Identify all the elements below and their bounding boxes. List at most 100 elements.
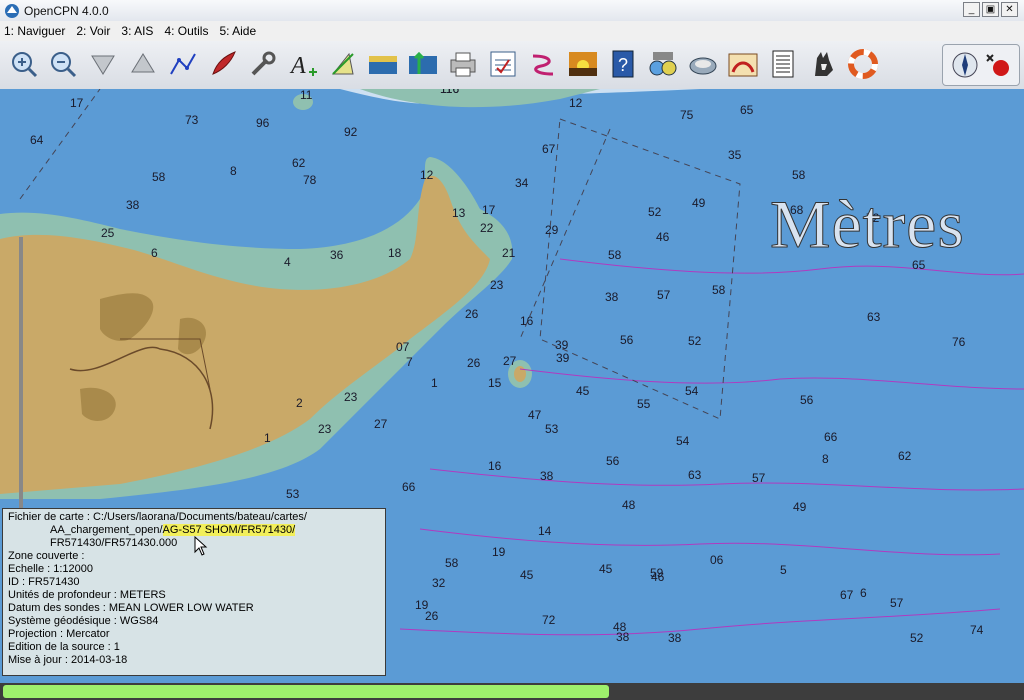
depth-sounding: 15 bbox=[488, 376, 502, 390]
depth-sounding: 78 bbox=[303, 173, 317, 187]
lifebuoy-button[interactable] bbox=[847, 48, 879, 80]
depth-sounding: 07 bbox=[396, 340, 410, 354]
text-icon: A bbox=[289, 53, 317, 79]
svg-text:?: ? bbox=[618, 55, 628, 75]
depth-sounding: 48 bbox=[613, 620, 627, 634]
depth-sounding: 1 bbox=[431, 376, 438, 390]
depth-sounding: 18 bbox=[388, 246, 402, 260]
dog-icon bbox=[815, 52, 833, 76]
dog-button[interactable] bbox=[807, 48, 839, 80]
info-file-line2-b: AG-S57 SHOM/FR571430/ bbox=[162, 524, 296, 536]
depth-sounding: 17 bbox=[70, 96, 84, 110]
depth-sounding: 57 bbox=[657, 288, 671, 302]
menu-ais[interactable]: 3: AIS bbox=[117, 24, 157, 38]
dashboard-icon bbox=[728, 53, 758, 77]
depth-sounding: 62 bbox=[898, 449, 912, 463]
zoom-out-icon bbox=[51, 52, 77, 78]
info-update: Mise à jour : 2014-03-18 bbox=[8, 654, 128, 666]
grib-button[interactable] bbox=[687, 48, 719, 80]
menu-naviguer[interactable]: 1: Naviguer bbox=[0, 24, 69, 38]
ship-icon bbox=[212, 51, 236, 75]
zoom-out-button[interactable] bbox=[47, 48, 79, 80]
depth-sounding: 8 bbox=[822, 452, 829, 466]
sunset-button[interactable] bbox=[567, 48, 599, 80]
tasks-icon bbox=[490, 51, 516, 77]
depth-sounding: 38 bbox=[668, 631, 682, 645]
scale-down-button[interactable] bbox=[87, 48, 119, 80]
maximize-button[interactable]: ▣ bbox=[982, 2, 999, 17]
depth-sounding: 2 bbox=[296, 396, 303, 410]
depth-sounding: 67 bbox=[840, 588, 854, 602]
zoom-in-button[interactable] bbox=[8, 48, 40, 80]
menu-outils[interactable]: 4: Outils bbox=[160, 24, 212, 38]
settings-icon bbox=[251, 51, 276, 76]
depth-sounding: 35 bbox=[728, 148, 742, 162]
depth-sounding: 45 bbox=[520, 568, 534, 582]
close-button[interactable]: ✕ bbox=[1001, 2, 1018, 17]
depth-sounding: 96 bbox=[256, 116, 270, 130]
text-button[interactable]: A bbox=[287, 48, 319, 80]
lifebuoy-icon bbox=[848, 49, 878, 79]
depth-sounding: 27 bbox=[374, 417, 388, 431]
tide-button[interactable] bbox=[367, 48, 399, 80]
depth-sounding: 29 bbox=[545, 223, 559, 237]
depth-sounding: 56 bbox=[606, 454, 620, 468]
depth-sounding: 58 bbox=[445, 556, 459, 570]
title-bar: OpenCPN 4.0.0 _ ▣ ✕ bbox=[0, 0, 1024, 22]
measure-icon bbox=[331, 52, 354, 75]
help-button[interactable]: ? bbox=[607, 48, 639, 80]
info-file-line2-a: AA_chargement_open/ bbox=[50, 524, 163, 536]
menu-voir[interactable]: 2: Voir bbox=[72, 24, 114, 38]
scale-down-icon bbox=[91, 55, 115, 75]
ship-button[interactable] bbox=[207, 48, 239, 80]
minimize-button[interactable]: _ bbox=[963, 2, 980, 17]
depth-sounding: 46 bbox=[656, 230, 670, 244]
depth-sounding: 38 bbox=[126, 198, 140, 212]
record-icon[interactable] bbox=[983, 51, 1013, 79]
depth-sounding: 14 bbox=[538, 524, 552, 538]
depth-sounding: 7 bbox=[406, 355, 413, 369]
depth-sounding: 52 bbox=[688, 334, 702, 348]
scale-up-button[interactable] bbox=[127, 48, 159, 80]
log-button[interactable] bbox=[767, 48, 799, 80]
svg-text:A: A bbox=[289, 53, 306, 79]
depth-sounding: 23 bbox=[490, 278, 504, 292]
compass-icon[interactable] bbox=[951, 51, 979, 79]
depth-sounding: 26 bbox=[465, 307, 479, 321]
print-icon bbox=[450, 52, 476, 77]
route-button[interactable] bbox=[167, 48, 199, 80]
menu-aide[interactable]: 5: Aide bbox=[215, 24, 260, 38]
depth-sounding: 55 bbox=[637, 397, 651, 411]
tasks-button[interactable] bbox=[487, 48, 519, 80]
status-panel bbox=[942, 44, 1020, 86]
route-icon bbox=[170, 53, 196, 75]
depth-sounding: 19 bbox=[492, 545, 506, 559]
depth-sounding: 56 bbox=[800, 393, 814, 407]
depth-sounding: 6 bbox=[151, 246, 158, 260]
depth-sounding: 66 bbox=[824, 430, 838, 444]
dashboard-button[interactable] bbox=[727, 48, 759, 80]
depth-sounding: 57 bbox=[752, 471, 766, 485]
chart-info-panel: Fichier de carte : C:/Users/laorana/Docu… bbox=[2, 508, 386, 676]
info-id: ID : FR571430 bbox=[8, 576, 80, 588]
depth-sounding: 75 bbox=[680, 108, 694, 122]
current-button[interactable] bbox=[407, 48, 439, 80]
depth-sounding: 57 bbox=[890, 596, 904, 610]
toolbar: A ? bbox=[0, 41, 1024, 90]
settings-button[interactable] bbox=[247, 48, 279, 80]
depth-sounding: 36 bbox=[330, 248, 344, 262]
depth-sounding: 17 bbox=[482, 203, 496, 217]
track-button[interactable] bbox=[527, 48, 559, 80]
depth-sounding: 34 bbox=[515, 176, 529, 190]
mouse-cursor-icon bbox=[194, 536, 208, 556]
cm93-button[interactable] bbox=[647, 48, 679, 80]
log-icon bbox=[772, 50, 794, 78]
measure-button[interactable] bbox=[327, 48, 359, 80]
depth-sounding: 13 bbox=[452, 206, 466, 220]
print-button[interactable] bbox=[447, 48, 479, 80]
depth-sounding: 38 bbox=[605, 290, 619, 304]
depth-sounding: 1 bbox=[264, 431, 271, 445]
info-geodetic: Système géodésique : WGS84 bbox=[8, 615, 159, 627]
depth-sounding: 6 bbox=[860, 586, 867, 600]
depth-sounding: 06 bbox=[710, 553, 724, 567]
